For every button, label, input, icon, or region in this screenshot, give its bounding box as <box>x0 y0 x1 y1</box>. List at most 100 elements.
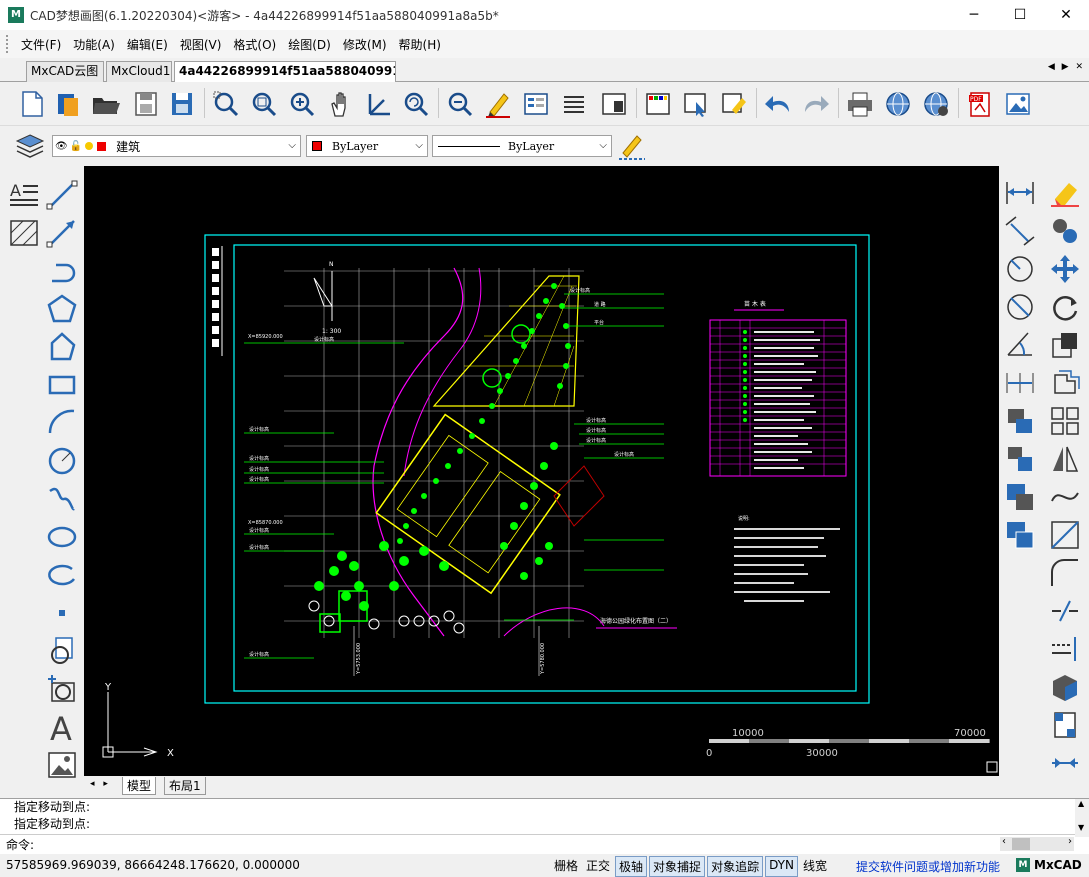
menu-draw[interactable]: 绘图(D) <box>282 36 337 53</box>
color-dropdown[interactable]: ByLayer ⌵ <box>306 135 428 157</box>
tab-model[interactable]: 模型 <box>122 777 157 795</box>
properties-panel-icon[interactable] <box>520 88 552 120</box>
create-block-icon[interactable] <box>44 672 80 706</box>
pan-hand-icon[interactable] <box>324 88 356 120</box>
linetype-dropdown[interactable]: ByLayer ⌵ <box>432 135 612 157</box>
maximize-button[interactable]: ☐ <box>997 0 1043 30</box>
menu-help[interactable]: 帮助(H) <box>393 36 447 53</box>
group-icon[interactable] <box>1002 480 1038 514</box>
osnap-toggle[interactable]: 对象捕捉 <box>649 856 706 877</box>
text-icon[interactable]: A <box>44 710 80 744</box>
feedback-link[interactable]: 提交软件问题或增加新功能 <box>856 858 1000 875</box>
scale-icon[interactable] <box>1047 328 1083 362</box>
break-icon[interactable] <box>1047 594 1083 628</box>
zoom-window-icon[interactable] <box>210 88 242 120</box>
diameter-dimension-icon[interactable] <box>1002 290 1038 324</box>
block-icon[interactable] <box>598 88 630 120</box>
print-icon[interactable] <box>844 88 876 120</box>
circle-icon[interactable] <box>44 444 80 478</box>
scroll-up-icon[interactable]: ▲ <box>1078 799 1084 808</box>
grid-toggle[interactable]: 栅格 <box>551 856 581 877</box>
drawing-canvas[interactable]: 设计标高道 路平台 设计标高 设计标高 设计标高 设计标高 设计标高 设计标高 设计标高… <box>84 166 999 776</box>
ucs-axis-icon[interactable] <box>362 88 394 120</box>
open-template-icon[interactable] <box>52 88 84 120</box>
array-rect-icon[interactable] <box>1002 404 1038 438</box>
minimize-button[interactable]: ─ <box>951 0 997 30</box>
chamfer-icon[interactable] <box>1047 518 1083 552</box>
layer-color-icon[interactable] <box>642 88 674 120</box>
rotate-icon[interactable] <box>1047 290 1083 324</box>
save-as-icon[interactable] <box>166 88 198 120</box>
otrack-toggle[interactable]: 对象追踪 <box>707 856 764 877</box>
lineweight-toggle[interactable]: 线宽 <box>800 856 830 877</box>
line-icon[interactable] <box>44 178 80 212</box>
offset-icon[interactable] <box>1002 442 1038 476</box>
lineweight-pencil-icon[interactable] <box>616 130 648 162</box>
command-vscroll[interactable]: ▲ ▼ <box>1075 799 1089 837</box>
lengthen-icon[interactable] <box>1047 746 1083 780</box>
scroll-right-icon[interactable]: › <box>1068 836 1072 847</box>
stretch-icon[interactable] <box>1047 366 1083 400</box>
menu-format[interactable]: 格式(O) <box>227 36 282 53</box>
move-icon[interactable] <box>1047 252 1083 286</box>
continue-dimension-icon[interactable] <box>1002 366 1038 400</box>
ellipse-arc-icon[interactable] <box>44 558 80 592</box>
fillet-icon[interactable] <box>1047 556 1083 590</box>
scroll-down-icon[interactable]: ▼ <box>1078 823 1084 832</box>
linear-dimension-icon[interactable] <box>1002 176 1038 210</box>
tab-mxcloud1[interactable]: MxCloud1 <box>106 61 172 82</box>
polar-toggle[interactable]: 极轴 <box>615 856 648 877</box>
extend-icon[interactable] <box>1047 632 1083 666</box>
raster-image-icon[interactable] <box>44 748 80 782</box>
ellipse-icon[interactable] <box>44 520 80 554</box>
menu-modify[interactable]: 修改(M) <box>337 36 393 53</box>
match-properties-icon[interactable] <box>718 88 750 120</box>
tab-layout1[interactable]: 布局1 <box>164 777 206 795</box>
polyline-icon[interactable] <box>44 254 80 288</box>
web-globe-icon[interactable] <box>882 88 914 120</box>
spline-icon[interactable] <box>44 482 80 516</box>
select-cursor-icon[interactable] <box>680 88 712 120</box>
web-settings-icon[interactable] <box>920 88 952 120</box>
mtext-icon[interactable]: A <box>6 176 42 210</box>
spline-shape-icon[interactable] <box>44 330 80 364</box>
tab-mxcad-cloud[interactable]: MxCAD云图 <box>26 61 104 82</box>
edit-pencil-icon[interactable] <box>482 88 514 120</box>
menu-view[interactable]: 视图(V) <box>174 36 228 53</box>
mirror-icon[interactable] <box>1047 442 1083 476</box>
aligned-dimension-icon[interactable] <box>1002 214 1038 248</box>
dyn-toggle[interactable]: DYN <box>765 856 798 877</box>
layer-dropdown[interactable]: 👁 🔓 建筑 ⌵ <box>52 135 301 157</box>
join-icon[interactable] <box>1047 708 1083 742</box>
hatch-icon[interactable] <box>6 216 42 250</box>
curve-icon[interactable] <box>1047 480 1083 514</box>
arc-icon[interactable] <box>44 406 80 440</box>
command-input[interactable] <box>40 836 990 852</box>
menu-function[interactable]: 功能(A) <box>67 36 121 53</box>
command-scrollbar[interactable]: ‹ › <box>1000 836 1074 851</box>
close-button[interactable]: ✕ <box>1043 0 1089 30</box>
list-lines-icon[interactable] <box>558 88 590 120</box>
tab-current-drawing[interactable]: 4a44226899914f51aa588040991a... <box>174 61 396 82</box>
menu-file[interactable]: 文件(F) <box>15 36 67 53</box>
radius-dimension-icon[interactable] <box>1002 252 1038 286</box>
point-icon[interactable] <box>44 596 80 630</box>
image-export-icon[interactable] <box>1002 88 1034 120</box>
new-file-icon[interactable] <box>16 88 48 120</box>
layout-nav-arrows[interactable]: ◂ ▸ <box>90 779 111 789</box>
ray-icon[interactable] <box>44 216 80 250</box>
angular-dimension-icon[interactable] <box>1002 328 1038 362</box>
ortho-toggle[interactable]: 正交 <box>583 856 613 877</box>
zoom-realtime-icon[interactable] <box>286 88 318 120</box>
zoom-out-icon[interactable] <box>444 88 476 120</box>
redo-icon[interactable] <box>800 88 832 120</box>
pdf-export-icon[interactable]: PDF <box>964 88 996 120</box>
copy-icon[interactable] <box>1047 214 1083 248</box>
scroll-thumb[interactable] <box>1012 838 1030 850</box>
explode-3d-icon[interactable] <box>1047 670 1083 704</box>
open-folder-icon[interactable] <box>90 88 122 120</box>
insert-block-icon[interactable] <box>44 634 80 668</box>
array-grid-icon[interactable] <box>1047 404 1083 438</box>
save-icon[interactable] <box>130 88 162 120</box>
erase-icon[interactable] <box>1047 176 1083 210</box>
